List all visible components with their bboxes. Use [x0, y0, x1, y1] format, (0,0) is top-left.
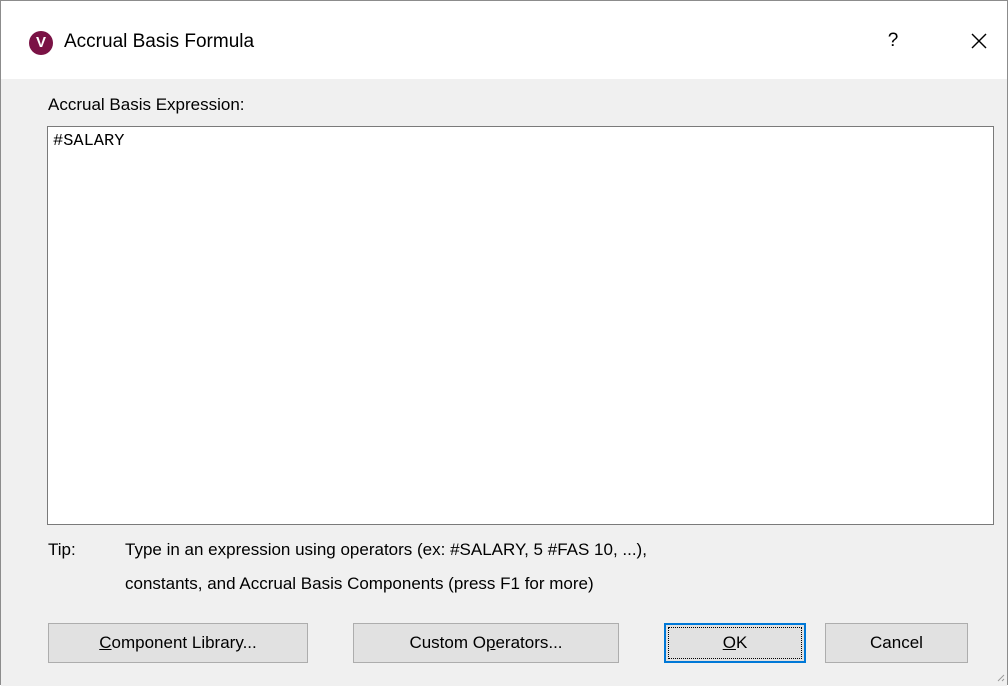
cancel-button[interactable]: Cancel: [825, 623, 968, 663]
tip-text-line-2: constants, and Accrual Basis Components …: [125, 574, 594, 593]
expression-input[interactable]: [47, 126, 994, 525]
focus-ring: [668, 627, 802, 659]
component-library-label: omponent Library...: [111, 633, 257, 652]
tip-label: Tip:: [48, 540, 76, 559]
help-button[interactable]: ?: [873, 23, 913, 59]
custom-operators-label-prefix: Custom O: [409, 633, 486, 652]
custom-operators-button[interactable]: Custom Operators...: [353, 623, 619, 663]
custom-operators-label-rest: erators...: [495, 633, 563, 652]
ok-button[interactable]: OK: [664, 623, 806, 663]
tip-text-line-1: Type in an expression using operators (e…: [125, 540, 647, 559]
accrual-basis-formula-dialog: V Accrual Basis Formula ? Accrual Basis …: [0, 0, 1008, 686]
app-logo-icon: V: [29, 31, 53, 55]
component-library-button[interactable]: Component Library...: [48, 623, 308, 663]
resize-grip-icon[interactable]: [993, 670, 1005, 682]
window-title: Accrual Basis Formula: [64, 31, 255, 52]
close-button[interactable]: [959, 23, 999, 59]
expression-label: Accrual Basis Expression:: [48, 95, 245, 114]
close-icon: [971, 33, 987, 49]
component-library-mnemonic: C: [99, 633, 112, 652]
title-bar: V Accrual Basis Formula ?: [1, 1, 1007, 79]
